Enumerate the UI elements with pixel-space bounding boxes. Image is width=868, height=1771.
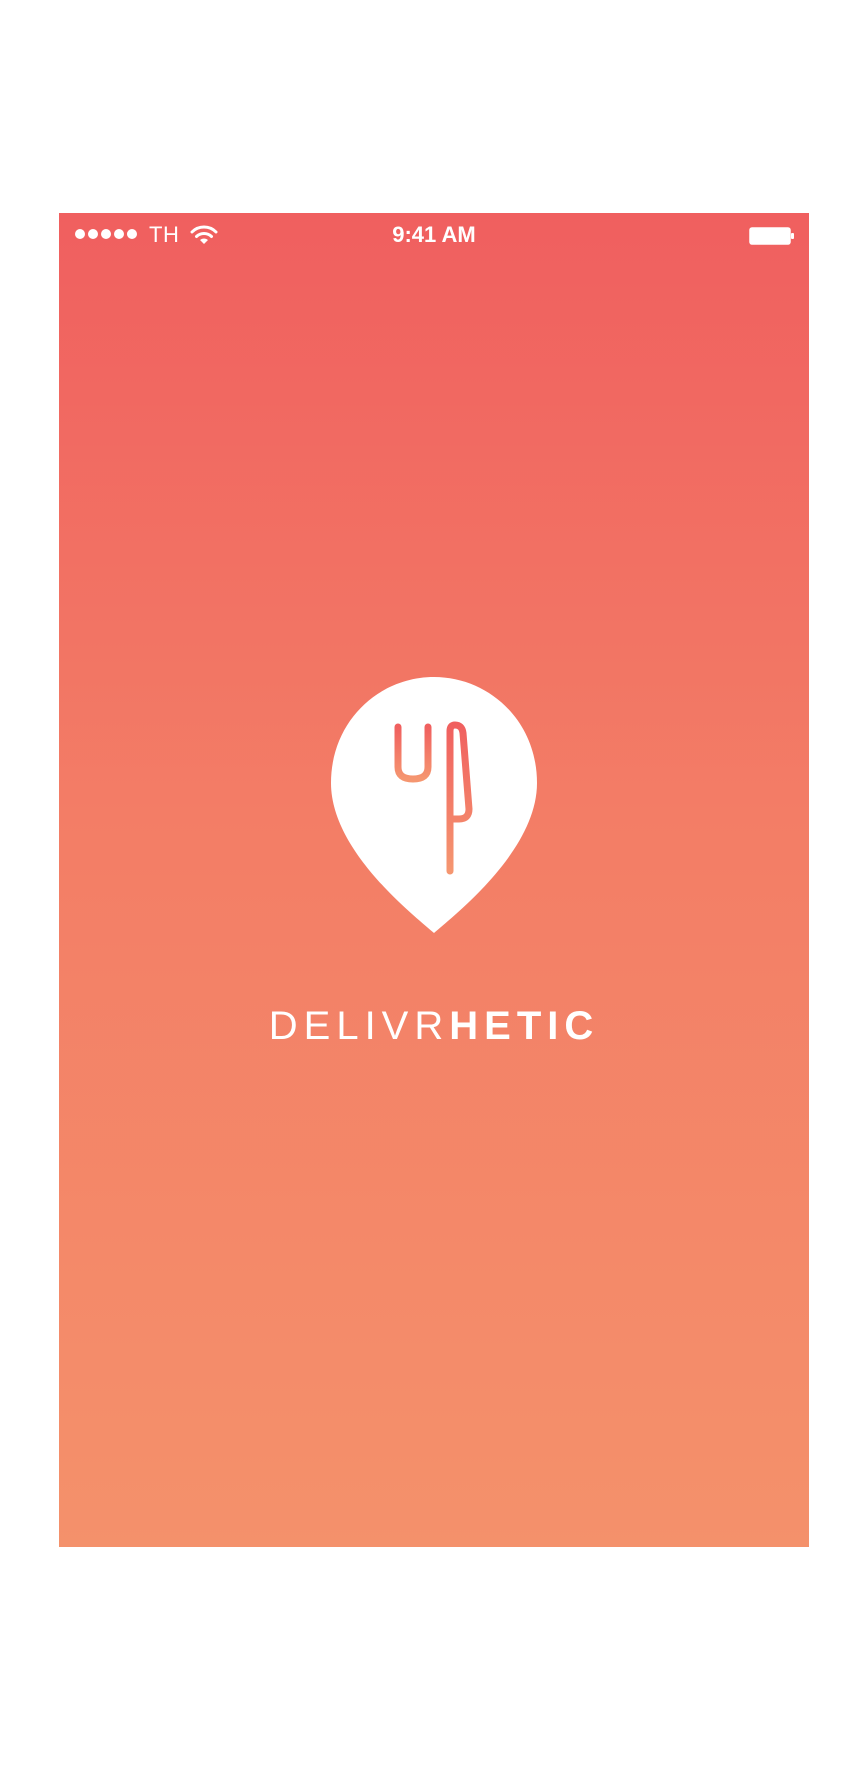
- splash-screen: TH 9:41 AM DELIVRHETIC: [59, 213, 809, 1547]
- status-bar: TH 9:41 AM: [59, 213, 809, 257]
- battery-icon: [749, 227, 794, 245]
- brand-name-light: DELIVR: [268, 1004, 450, 1048]
- brand-name: DELIVRHETIC: [59, 1003, 809, 1049]
- brand-name-bold: HETIC: [449, 1004, 600, 1048]
- status-time: 9:41 AM: [392, 222, 476, 247]
- fork-knife-location-pin-icon: [331, 677, 537, 933]
